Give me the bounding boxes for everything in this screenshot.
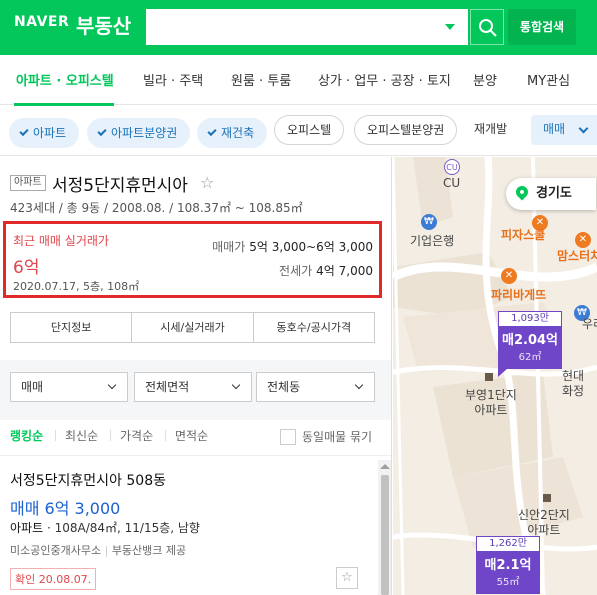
marker-price: 매2.04억 bbox=[502, 333, 558, 348]
service-title[interactable]: 부동산 bbox=[76, 10, 131, 39]
map-poi-woori[interactable]: 우리 bbox=[582, 317, 597, 332]
chip-officetel[interactable]: 오피스텔 bbox=[274, 115, 345, 145]
listing-filters: 매매 전체면적 전체동 bbox=[0, 360, 391, 420]
chevron-down-icon bbox=[231, 380, 241, 390]
favorite-star-icon[interactable]: ☆ bbox=[336, 567, 358, 589]
confirm-badge: 확인 20.08.07. bbox=[10, 568, 97, 590]
recent-price-label: 최근 매매 실거래가 bbox=[13, 234, 109, 248]
map-poi-paris[interactable]: 파리바게뜨 bbox=[491, 288, 546, 303]
trade-type-dropdown[interactable]: 매매 bbox=[531, 115, 597, 145]
sort-latest[interactable]: 최신순 bbox=[65, 427, 98, 444]
convenience-store-icon[interactable]: CU bbox=[444, 159, 460, 175]
rent-price-row: 전세가 4억 7,000 bbox=[279, 264, 373, 278]
dropdown-caret-icon[interactable] bbox=[445, 24, 455, 30]
listing-item[interactable]: 서정5단지휴먼시아 508동 매매 6억 3,000 아파트 · 108A/84… bbox=[0, 460, 378, 595]
region-selector[interactable]: 경기도 bbox=[506, 178, 596, 210]
map-poi-cu[interactable]: CU bbox=[443, 176, 460, 191]
check-icon bbox=[97, 126, 107, 137]
property-type-badge: 아파트 bbox=[10, 175, 46, 191]
tab-presale[interactable]: 분양 bbox=[473, 70, 497, 89]
map-poi-moms[interactable]: 맘스터치 bbox=[557, 249, 597, 264]
complex-info: 423세대 / 총 9동 / 2008.08. / 108.37㎡ ~ 108.… bbox=[10, 201, 303, 215]
area-select[interactable]: 전체면적 bbox=[134, 372, 252, 402]
scrollbar-thumb[interactable] bbox=[381, 475, 389, 595]
listing-title: 서정5단지휴먼시아 508동 bbox=[10, 473, 166, 489]
price-marker[interactable]: 1,093만 매2.04억 62㎡ bbox=[498, 311, 562, 377]
trade-select[interactable]: 매매 bbox=[10, 372, 128, 402]
price-marker[interactable]: 1,262만 매2.1억 55㎡ bbox=[476, 536, 540, 594]
building-select[interactable]: 전체동 bbox=[256, 372, 375, 402]
filter-chips: 아파트 아파트분양권 재건축 오피스텔 오피스텔분양권 재개발 매매 bbox=[0, 106, 597, 156]
chip-redevelopment[interactable]: 재개발 bbox=[462, 115, 519, 145]
search-icon bbox=[479, 19, 497, 37]
search-button[interactable] bbox=[470, 9, 504, 45]
marker-area: 62㎡ bbox=[518, 352, 542, 363]
chevron-down-icon bbox=[578, 123, 589, 134]
chip-reconstruction[interactable]: 재건축 bbox=[197, 118, 268, 148]
marker-price: 매2.1억 bbox=[484, 558, 532, 573]
chip-apartment-presale[interactable]: 아파트분양권 bbox=[87, 118, 191, 148]
tab-villa-house[interactable]: 빌라 · 주택 bbox=[143, 70, 203, 89]
listing-spec: 아파트 · 108A/84㎡, 11/15층, 남향 bbox=[10, 521, 200, 535]
integrated-search-button[interactable]: 통합검색 bbox=[508, 9, 576, 45]
complex-tabs: 단지정보 시세/실거래가 동호수/공시가격 bbox=[10, 312, 375, 343]
map-view[interactable]: CU CU 경기도 ₩ 기업은행 ✕ 피자스쿨 ✕ 맘스터치 ✕ 파리바게뜨 ₩… bbox=[393, 157, 597, 595]
listing-agent: 미소공인중개사무소 | 부동산뱅크 제공 bbox=[10, 544, 187, 557]
tab-apartment-officetel[interactable]: 아파트 · 오피스텔 bbox=[16, 70, 114, 89]
recent-price-box: 최근 매매 실거래가 6억 2020.07.17, 5층, 108㎡ 매매가 5억… bbox=[3, 221, 382, 298]
check-icon bbox=[207, 126, 217, 137]
location-pin-icon bbox=[513, 183, 531, 201]
marker-unit-price: 1,262만 bbox=[476, 536, 540, 552]
recent-price-detail: 2020.07.17, 5층, 108㎡ bbox=[13, 280, 140, 293]
same-listing-label[interactable]: 동일매물 묶기 bbox=[302, 428, 372, 445]
apartment-icon bbox=[485, 373, 493, 381]
complex-name: 서정5단지휴먼시아 bbox=[52, 176, 188, 196]
same-listing-checkbox[interactable] bbox=[280, 429, 296, 445]
naver-logo[interactable]: NAVER bbox=[14, 14, 69, 30]
restaurant-icon[interactable]: ✕ bbox=[575, 232, 591, 248]
divider bbox=[55, 430, 56, 441]
listing-price: 매매 6억 3,000 bbox=[10, 499, 121, 518]
tab-market-price[interactable]: 시세/실거래가 bbox=[132, 313, 254, 342]
chevron-down-icon bbox=[107, 380, 117, 390]
marker-area: 55㎡ bbox=[496, 577, 520, 588]
chip-apartment[interactable]: 아파트 bbox=[9, 118, 80, 148]
restaurant-icon[interactable]: ✕ bbox=[501, 268, 517, 284]
apartment-icon bbox=[543, 494, 551, 502]
marker-tail bbox=[498, 368, 508, 377]
category-nav: 아파트 · 오피스텔 빌라 · 주택 원룸 · 투룸 상가 · 업무 · 공장 … bbox=[0, 55, 597, 106]
chevron-down-icon bbox=[354, 380, 364, 390]
sort-bar: 랭킹순 최신순 가격순 면적순 동일매물 묶기 bbox=[0, 420, 391, 456]
scroll-up-icon[interactable] bbox=[380, 464, 390, 469]
tab-oneroom-tworoom[interactable]: 원룸 · 투룸 bbox=[231, 70, 291, 89]
sort-area[interactable]: 면적순 bbox=[175, 427, 208, 444]
bank-icon[interactable]: ₩ bbox=[421, 214, 437, 230]
map-poi-pizza[interactable]: 피자스쿨 bbox=[501, 228, 545, 243]
sort-price[interactable]: 가격순 bbox=[120, 427, 153, 444]
map-label-apt2[interactable]: 신안2단지 아파트 bbox=[518, 508, 570, 538]
complex-panel: 아파트 서정5단지휴먼시아 ☆ 423세대 / 총 9동 / 2008.08. … bbox=[0, 157, 392, 595]
marker-unit-price: 1,093만 bbox=[498, 311, 562, 327]
favorite-star-icon[interactable]: ☆ bbox=[200, 173, 214, 192]
check-icon bbox=[19, 126, 29, 137]
tab-complex-info[interactable]: 단지정보 bbox=[11, 313, 133, 342]
tab-my-interest[interactable]: MY관심 bbox=[527, 70, 570, 89]
map-label-apt1[interactable]: 부영1단지 아파트 bbox=[465, 388, 517, 418]
sort-ranking[interactable]: 랭킹순 bbox=[10, 427, 43, 444]
tab-commercial-land[interactable]: 상가 · 업무 · 공장 · 토지 bbox=[318, 70, 451, 89]
sale-price-row: 매매가 5억 3,000~6억 3,000 bbox=[212, 240, 373, 254]
header: NAVER 부동산 통합검색 bbox=[0, 0, 597, 55]
map-label-hyundai[interactable]: 현대 화정 bbox=[562, 369, 584, 399]
divider bbox=[110, 430, 111, 441]
recent-price: 6억 bbox=[13, 258, 40, 278]
tab-unit-official-price[interactable]: 동호수/공시가격 bbox=[254, 313, 374, 342]
chip-officetel-presale[interactable]: 오피스텔분양권 bbox=[354, 115, 458, 145]
search-input[interactable] bbox=[146, 9, 468, 45]
map-poi-bank[interactable]: 기업은행 bbox=[410, 234, 454, 249]
divider bbox=[165, 430, 166, 441]
